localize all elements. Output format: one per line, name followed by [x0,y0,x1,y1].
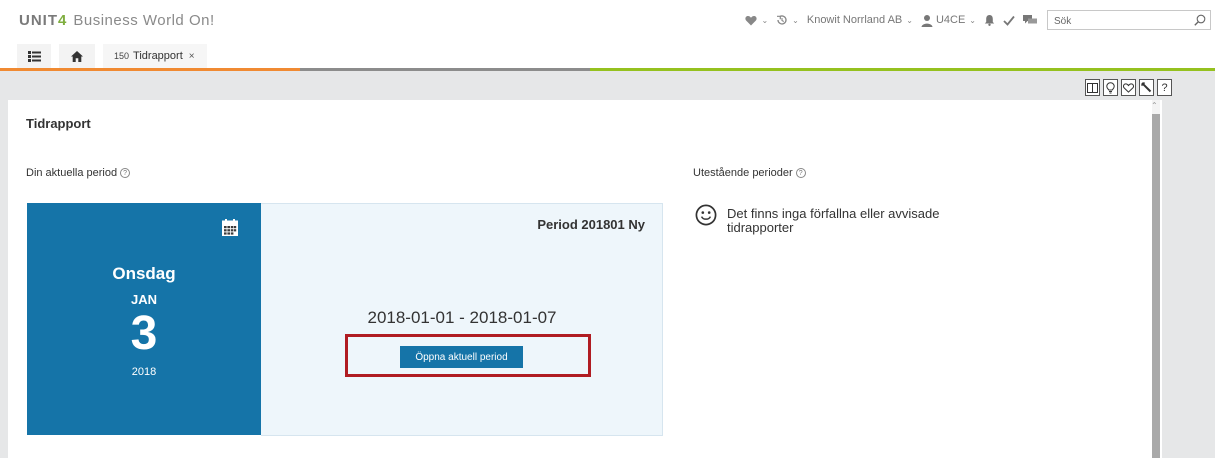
bell-icon [984,15,995,26]
no-outstanding-message: Det finns inga förfallna eller avvisade … [727,206,940,235]
view-toolbar: ? [1082,79,1172,96]
chevron-down-icon: ⌄ [761,15,769,25]
user-name: U4CE [935,14,966,26]
chat-icon [1023,14,1037,23]
chevron-down-icon: ⌄ [906,15,913,25]
page-title: Tidrapport [26,116,91,131]
layout-icon [1087,82,1098,93]
user-icon [921,14,933,27]
calendar-icon[interactable] [222,219,238,236]
top-bar: UNIT4 Business World On! ⌄ ⌄ Knowit Norrl… [0,0,1215,44]
checkmark-icon [1003,15,1015,26]
user-menu[interactable]: U4CE ⌄ [921,14,976,27]
product-name: Business World On! [73,12,215,29]
search-icon[interactable] [1194,14,1206,26]
close-icon[interactable]: × [189,51,195,62]
company-selector[interactable]: Knowit Norrland AB ⌄ [807,14,913,26]
search-input[interactable] [1048,12,1188,31]
tab-label: Tidrapport [133,50,183,62]
open-current-period-button[interactable]: Öppna aktuell period [400,346,523,368]
chevron-down-icon: ⌄ [792,15,799,25]
outstanding-label: Utestående perioder [693,167,793,179]
current-period-heading: Din aktuella period ? [26,167,131,179]
tab-home[interactable] [59,44,95,68]
app-logo[interactable]: UNIT4 Business World On! [19,12,215,29]
company-name: Knowit Norrland AB [806,14,903,26]
list-icon [27,50,41,62]
tab-menu[interactable] [17,44,51,68]
day-number: 3 [130,307,158,360]
home-icon [71,50,83,62]
favorite-icon [1123,82,1134,93]
history-menu[interactable]: ⌄ [776,14,799,26]
current-period-label: Din aktuella period [26,167,118,179]
lightbulb-icon [1106,81,1115,93]
tasks-button[interactable] [1003,15,1015,26]
search-box[interactable] [1047,10,1211,31]
notifications-button[interactable] [984,14,995,26]
help-icon: ? [1161,81,1168,94]
help-icon[interactable]: ? [795,168,806,178]
period-title: Period 201801 Ny [537,217,645,232]
messages-button[interactable] [1023,14,1037,26]
outstanding-heading: Utestående perioder ? [693,167,806,179]
help-button[interactable]: ? [1157,79,1172,96]
period-date-range: 2018-01-01 - 2018-01-07 [367,308,557,327]
heart-icon [745,15,758,25]
wrench-icon [1141,82,1152,93]
tab-tidrapport[interactable]: 150 Tidrapport × [103,44,207,68]
help-icon[interactable]: ? [120,168,131,178]
settings-button[interactable] [1139,79,1154,96]
smiley-icon [695,204,717,226]
favorite-button[interactable] [1121,79,1136,96]
brand-name: UNIT4 [19,12,68,29]
day-name: Onsdag [112,264,176,283]
year: 2018 [131,366,157,378]
scrollbar-thumb[interactable] [1152,114,1160,458]
header-toolbar: ⌄ ⌄ Knowit Norrland AB ⌄ U4CE ⌄ [745,0,1215,40]
history-icon [777,15,787,25]
tips-button[interactable] [1103,79,1118,96]
chevron-down-icon: ⌄ [969,15,976,25]
tab-number: 150 [114,51,130,61]
tab-bar: 150 Tidrapport × [0,44,1215,71]
scroll-up-icon[interactable]: ⌃ [1151,101,1158,110]
favorites-menu[interactable]: ⌄ [745,15,768,26]
layout-button[interactable] [1085,79,1100,96]
